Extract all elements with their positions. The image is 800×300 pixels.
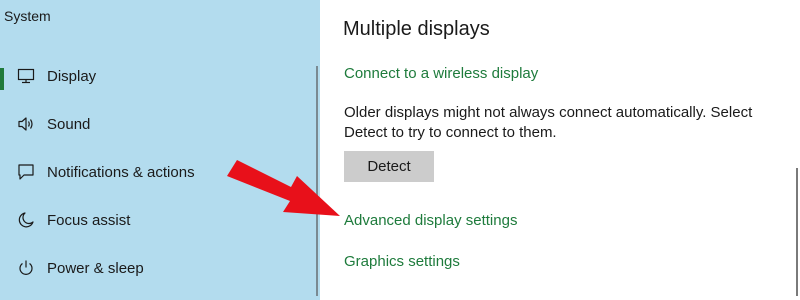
detect-description: Older displays might not always connect … [344,104,753,141]
moon-icon [16,210,36,230]
selection-indicator [0,68,4,90]
detect-button[interactable]: Detect [344,151,434,182]
connect-wireless-display-link[interactable]: Connect to a wireless display [344,65,538,82]
sidebar-scrollbar[interactable] [316,66,318,296]
power-icon [16,258,36,278]
sidebar-item-label: Power & sleep [47,259,144,277]
advanced-display-settings-link[interactable]: Advanced display settings [344,212,517,229]
sidebar-item-label: Focus assist [47,211,131,229]
sidebar-item-power-sleep[interactable]: Power & sleep [0,248,320,288]
settings-window: System Display Sound Notifications & act… [0,0,800,300]
notification-icon [16,162,36,182]
sidebar-item-label: Sound [47,115,91,133]
main-content: Multiple displays Connect to a wireless … [320,0,800,300]
section-heading: Multiple displays [343,18,490,40]
graphics-settings-link[interactable]: Graphics settings [344,253,460,270]
sidebar-item-notifications[interactable]: Notifications & actions [0,152,320,192]
sidebar-item-display[interactable]: Display [0,56,320,96]
sidebar-item-label: Notifications & actions [47,163,195,181]
sidebar-title: System [4,8,51,24]
sidebar-item-sound[interactable]: Sound [0,104,320,144]
monitor-icon [16,66,36,86]
content-scrollbar[interactable] [796,168,798,296]
sidebar: System Display Sound Notifications & act… [0,0,320,300]
sidebar-item-label: Display [47,67,97,85]
speaker-icon [16,114,36,134]
sidebar-item-focus-assist[interactable]: Focus assist [0,200,320,240]
